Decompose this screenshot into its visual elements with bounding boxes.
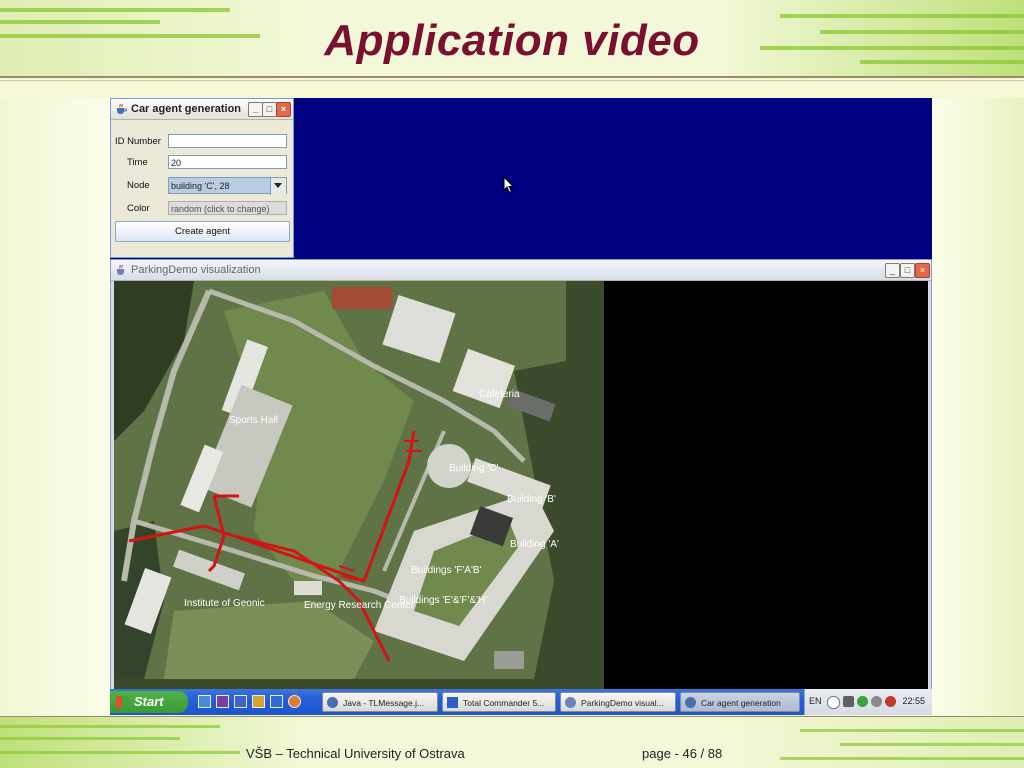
id-number-label: ID Number xyxy=(115,136,161,147)
close-button[interactable]: × xyxy=(276,102,291,117)
id-number-input[interactable] xyxy=(168,134,287,148)
start-label: Start xyxy=(134,694,164,709)
java-icon xyxy=(327,697,338,708)
car-agent-window-title: Car agent generation xyxy=(131,103,242,115)
footer-stripe xyxy=(780,757,1024,760)
taskbar-item-total-commander[interactable]: Total Commander 5... xyxy=(442,692,556,712)
header-rule xyxy=(0,76,1024,78)
visualization-window-title: ParkingDemo visualization xyxy=(131,264,261,276)
visualization-titlebar[interactable]: ParkingDemo visualization _ □ × xyxy=(111,260,931,281)
show-desktop-icon[interactable] xyxy=(198,695,211,708)
label-cafeteria: Cafeteria xyxy=(479,389,520,400)
slide-header: Application video xyxy=(0,0,1024,76)
slide-footer: VŠB – Technical University of Ostrava pa… xyxy=(0,717,1024,768)
node-select-value: building 'C', 28 xyxy=(171,181,230,191)
security-icon[interactable] xyxy=(857,696,868,707)
page-number: page - 46 / 88 xyxy=(642,746,723,761)
taskbar: Start Java - TLMessage.j... Total Comman… xyxy=(110,689,932,715)
label-buildings-fab: Buildings 'F'A'B' xyxy=(411,565,482,576)
create-agent-button[interactable]: Create agent xyxy=(115,221,290,242)
clock[interactable]: 22:55 xyxy=(902,696,925,706)
maximize-button[interactable]: □ xyxy=(900,263,915,278)
desktop: Car agent generation _ □ × ID Number Tim… xyxy=(110,98,932,715)
side-panel-right xyxy=(932,98,1024,715)
footer-stripe xyxy=(0,737,180,740)
label-institute-geonics: Institute of Geonic xyxy=(184,598,265,609)
system-tray: EN 22:55 xyxy=(804,689,932,715)
network-icon[interactable] xyxy=(843,696,854,707)
app-icon[interactable] xyxy=(234,695,247,708)
label-building-b: Building 'B' xyxy=(507,494,556,505)
start-button[interactable]: Start xyxy=(110,691,188,713)
map-building xyxy=(332,287,392,309)
header-rule xyxy=(0,80,1024,81)
java-cup-icon xyxy=(685,697,696,708)
footer-stripe xyxy=(840,743,1024,746)
footer-stripe xyxy=(0,751,240,754)
volume-icon[interactable] xyxy=(871,696,882,707)
taskbar-item-java[interactable]: Java - TLMessage.j... xyxy=(322,692,438,712)
label-building-c: Building 'C' xyxy=(449,463,498,474)
java-cup-icon xyxy=(117,103,127,114)
label-building-a: Building 'A' xyxy=(510,539,559,550)
floppy-icon xyxy=(447,697,458,708)
campus-aerial-map[interactable]: Sports Hall Cafeteria Building 'C' Build… xyxy=(114,281,604,689)
windows-logo-icon xyxy=(116,696,128,708)
taskbar-item-car-agent[interactable]: Car agent generation xyxy=(680,692,800,712)
footer-stripe xyxy=(800,729,1024,732)
close-button[interactable]: × xyxy=(915,263,930,278)
time-label: Time xyxy=(127,157,148,168)
taskbar-item-parkingdemo[interactable]: ParkingDemo visual... xyxy=(560,692,676,712)
language-indicator[interactable]: EN xyxy=(809,696,822,706)
node-label: Node xyxy=(127,180,150,191)
label-sports-hall: Sports Hall xyxy=(229,415,278,426)
side-panel-left xyxy=(0,98,110,715)
app-icon[interactable] xyxy=(216,695,229,708)
taskbar-item-label: Car agent generation xyxy=(701,698,781,708)
header-stripe xyxy=(0,8,230,12)
taskbar-item-label: Java - TLMessage.j... xyxy=(343,698,425,708)
slide-title: Application video xyxy=(324,16,700,65)
app-icon[interactable] xyxy=(252,695,265,708)
app-icon[interactable] xyxy=(270,695,283,708)
java-cup-icon xyxy=(565,697,576,708)
taskbar-item-label: ParkingDemo visual... xyxy=(581,698,664,708)
chevron-down-icon[interactable] xyxy=(270,178,286,195)
maximize-button[interactable]: □ xyxy=(262,102,277,117)
color-field[interactable]: random (click to change) xyxy=(168,201,287,215)
visualization-window: ParkingDemo visualization _ □ × Sports H… xyxy=(110,259,932,693)
map-building xyxy=(494,651,524,669)
time-input[interactable]: 20 xyxy=(168,155,287,169)
antivirus-icon[interactable] xyxy=(885,696,896,707)
mouse-cursor-icon xyxy=(503,176,515,194)
chevron-left-icon[interactable] xyxy=(827,696,840,709)
map-building xyxy=(294,581,322,595)
node-select[interactable]: building 'C', 28 xyxy=(168,177,287,195)
car-agent-titlebar[interactable]: Car agent generation _ □ × xyxy=(111,99,293,120)
map-canvas[interactable]: Sports Hall Cafeteria Building 'C' Build… xyxy=(114,281,928,689)
taskbar-item-label: Total Commander 5... xyxy=(463,698,545,708)
footer-stripe xyxy=(0,725,220,728)
car-agent-window: Car agent generation _ □ × ID Number Tim… xyxy=(110,98,294,258)
minimize-button[interactable]: _ xyxy=(885,263,900,278)
color-label: Color xyxy=(127,203,150,214)
java-cup-icon xyxy=(117,264,124,275)
label-buildings-def: Buildings 'E'&'F'&'H' xyxy=(399,595,487,606)
minimize-button[interactable]: _ xyxy=(248,102,263,117)
footer-university: VŠB – Technical University of Ostrava xyxy=(246,746,465,761)
firefox-icon[interactable] xyxy=(288,695,301,708)
